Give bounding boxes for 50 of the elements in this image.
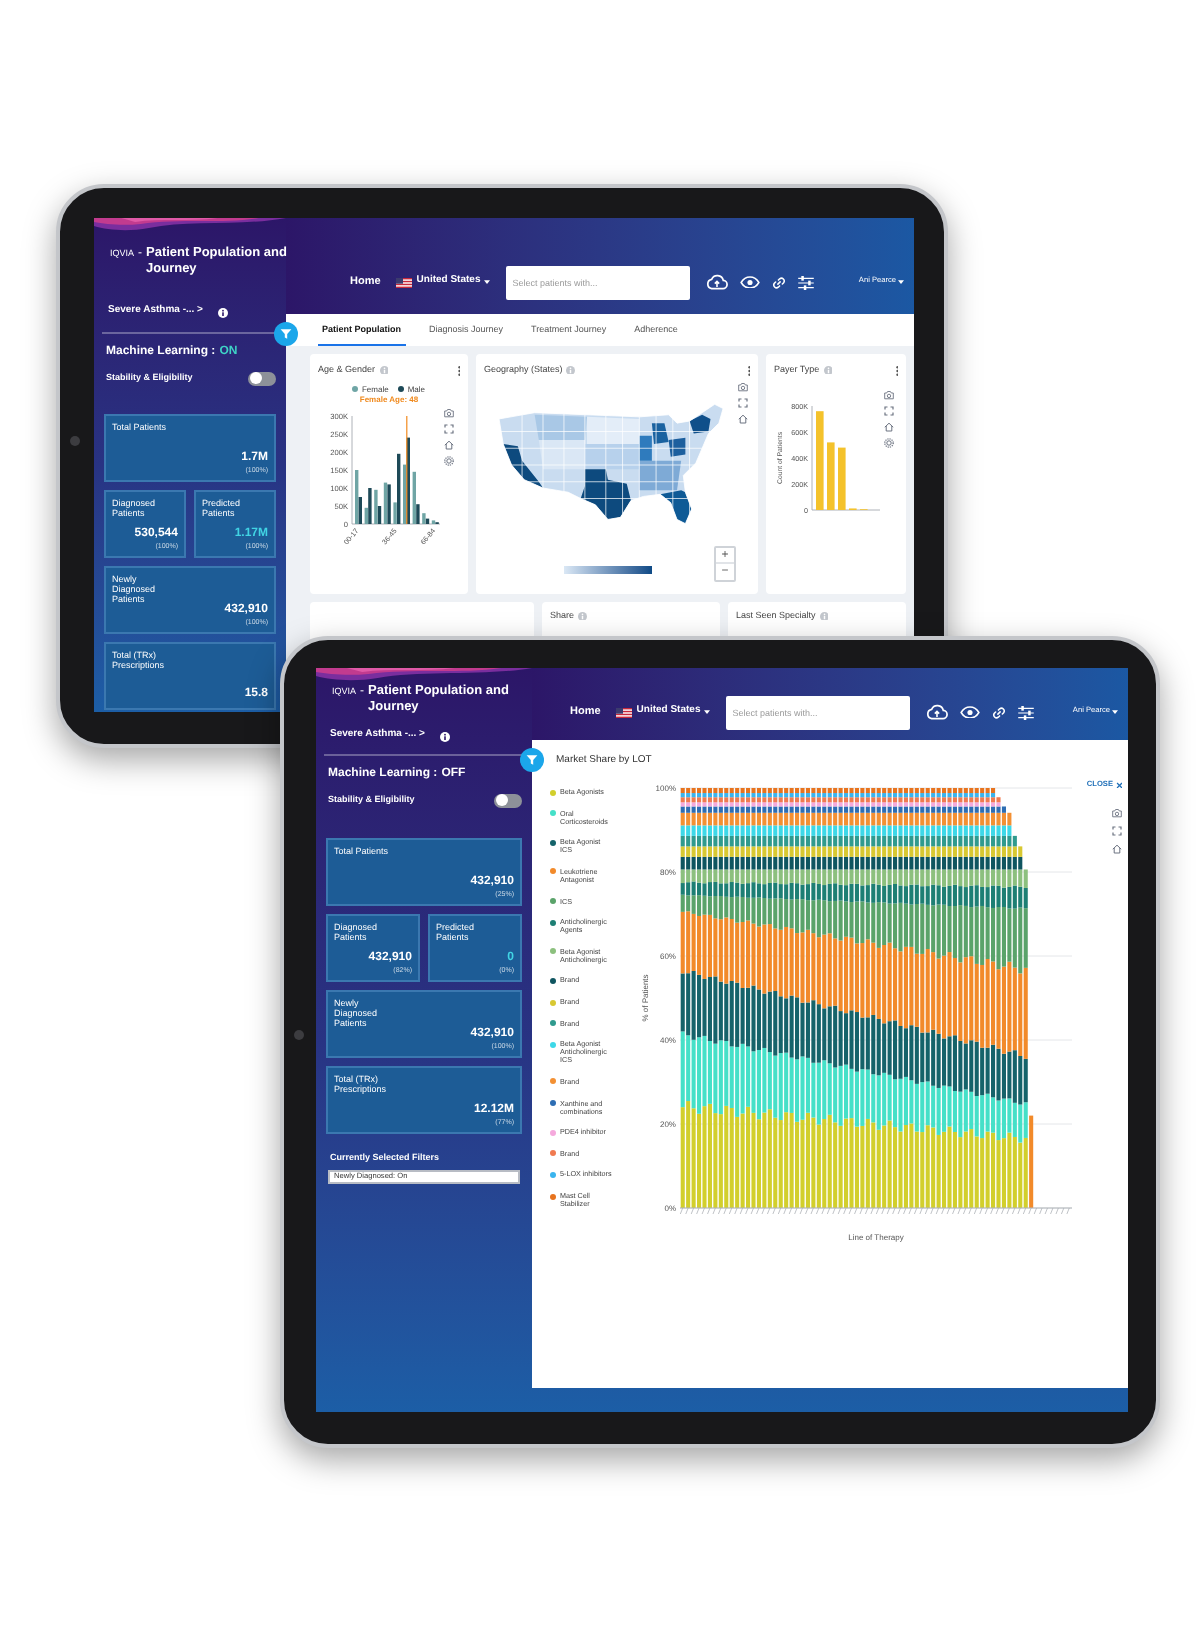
caret-icon [898,280,904,284]
expand-icon[interactable] [738,398,748,408]
camera-icon[interactable] [884,390,894,400]
cloud-upload-icon[interactable] [926,704,949,720]
camera-lens-icon [294,1030,304,1040]
map-legend-gradient [564,566,652,574]
info-icon [578,611,588,621]
info-icon [379,365,389,375]
sliders-icon[interactable] [1018,705,1035,719]
funnel-icon [526,754,538,766]
flag-icon [616,707,633,717]
filter-button[interactable] [274,322,298,346]
axis-line [811,405,881,511]
axis-line [351,415,441,525]
info-icon [218,307,229,317]
info-icon [819,611,829,621]
camera-icon[interactable] [444,408,454,418]
gear-icon[interactable] [444,456,454,466]
close-icon [1115,781,1122,789]
toggle-switch[interactable] [494,793,522,807]
toggle-switch[interactable] [248,371,276,385]
link-icon[interactable] [992,705,1007,719]
home-icon[interactable] [738,414,748,424]
expand-icon[interactable] [884,406,894,416]
cloud-upload-icon[interactable] [706,274,729,290]
info-icon [440,731,451,741]
sliders-icon[interactable] [798,275,815,289]
expand-icon[interactable] [1111,826,1121,836]
caret-icon [484,280,491,284]
eye-icon[interactable] [960,705,981,719]
camera-lens-icon [70,436,80,446]
bar [827,442,835,510]
funnel-icon [280,328,292,340]
info-icon [823,365,833,375]
hover-line [406,416,408,524]
expand-icon[interactable] [444,424,454,434]
camera-icon[interactable] [738,382,748,392]
link-icon[interactable] [772,275,787,289]
bar [816,411,824,510]
home-icon[interactable] [884,422,894,432]
caret-icon [1112,710,1118,714]
filter-button[interactable] [520,748,544,772]
camera-icon[interactable] [1111,808,1121,818]
bar [838,447,846,510]
home-icon[interactable] [444,440,454,450]
eye-icon[interactable] [740,275,761,289]
home-icon[interactable] [1111,844,1121,854]
flag-icon [396,277,413,287]
info-icon [566,365,576,375]
gear-icon[interactable] [884,438,894,448]
